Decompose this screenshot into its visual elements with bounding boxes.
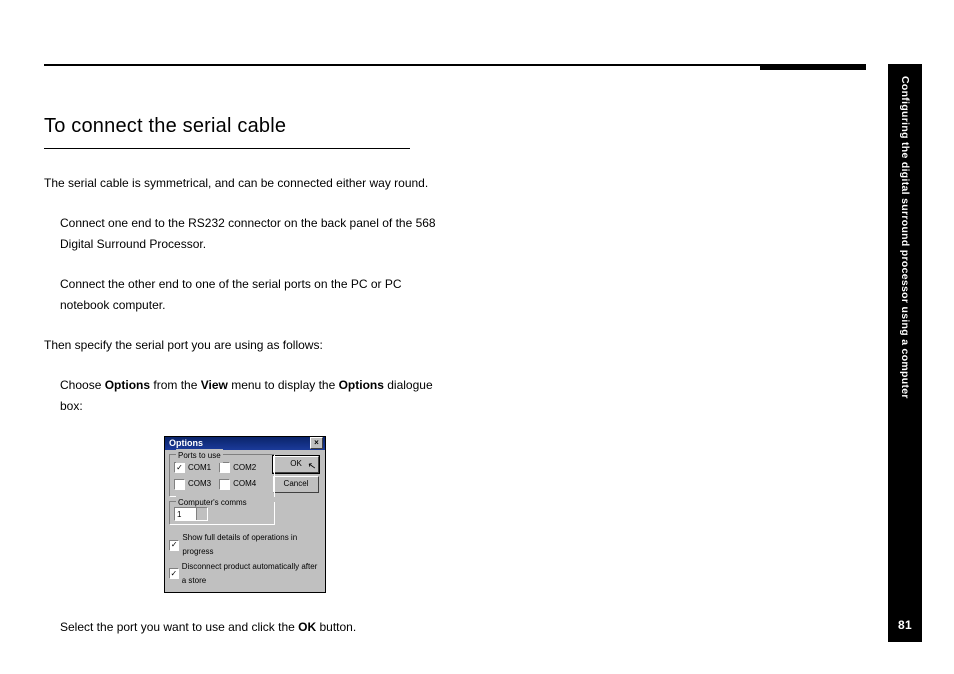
step-2: Connect the other end to one of the seri… (60, 274, 444, 317)
select-paragraph: Select the port you want to use and clic… (60, 617, 444, 639)
address-group: Computer's comms address 1 (169, 501, 275, 525)
ports-group: Ports to use ✓COM1 COM2 COM3 COM4 (169, 454, 275, 497)
page-content: To connect the serial cable The serial c… (44, 108, 444, 657)
com2-label: COM2 (233, 461, 256, 475)
ok-label: OK (290, 457, 302, 471)
chapter-sidebar: Configuring the digital surround process… (888, 64, 922, 642)
options-dialog-figure: Options × OK ↖ Cancel Ports to use ✓COM1… (164, 436, 326, 594)
ok-button[interactable]: OK ↖ (273, 456, 319, 473)
cancel-label: Cancel (284, 477, 309, 491)
address-spinner[interactable]: 1 (174, 507, 208, 521)
text: button. (316, 620, 356, 634)
cancel-button[interactable]: Cancel (273, 476, 319, 493)
close-icon[interactable]: × (310, 437, 323, 449)
dialog-body: OK ↖ Cancel Ports to use ✓COM1 COM2 COM3… (165, 450, 325, 593)
top-rule (44, 64, 866, 66)
disconnect-auto-checkbox[interactable]: ✓Disconnect product automatically after … (169, 560, 321, 589)
show-details-label: Show full details of operations in progr… (182, 531, 321, 560)
text: menu to display the (228, 378, 339, 392)
cursor-icon: ↖ (306, 457, 317, 476)
com4-label: COM4 (233, 477, 256, 491)
choose-paragraph: Choose Options from the View menu to dis… (60, 375, 444, 418)
step-1: Connect one end to the RS232 connector o… (60, 213, 444, 256)
show-details-checkbox[interactable]: ✓Show full details of operations in prog… (169, 531, 321, 560)
com3-checkbox[interactable]: COM3 (174, 477, 211, 491)
chapter-title: Configuring the digital surround process… (899, 76, 911, 399)
ports-group-label: Ports to use (176, 449, 223, 463)
com4-checkbox[interactable]: COM4 (219, 477, 256, 491)
dialog-buttons: OK ↖ Cancel (273, 456, 319, 493)
disconnect-auto-label: Disconnect product automatically after a… (182, 560, 321, 589)
text: Select the port you want to use and clic… (60, 620, 298, 634)
top-rule-accent (760, 64, 866, 70)
view-bold: View (201, 378, 228, 392)
text: from the (150, 378, 201, 392)
options-bold: Options (105, 378, 150, 392)
options-bold: Options (339, 378, 384, 392)
text: Choose (60, 378, 105, 392)
section-heading: To connect the serial cable (44, 108, 410, 149)
com3-label: COM3 (188, 477, 211, 491)
page-number: 81 (898, 618, 912, 632)
ok-bold: OK (298, 620, 316, 634)
com2-checkbox[interactable]: COM2 (219, 461, 256, 475)
intro-paragraph: The serial cable is symmetrical, and can… (44, 173, 444, 195)
then-paragraph: Then specify the serial port you are usi… (44, 335, 444, 357)
